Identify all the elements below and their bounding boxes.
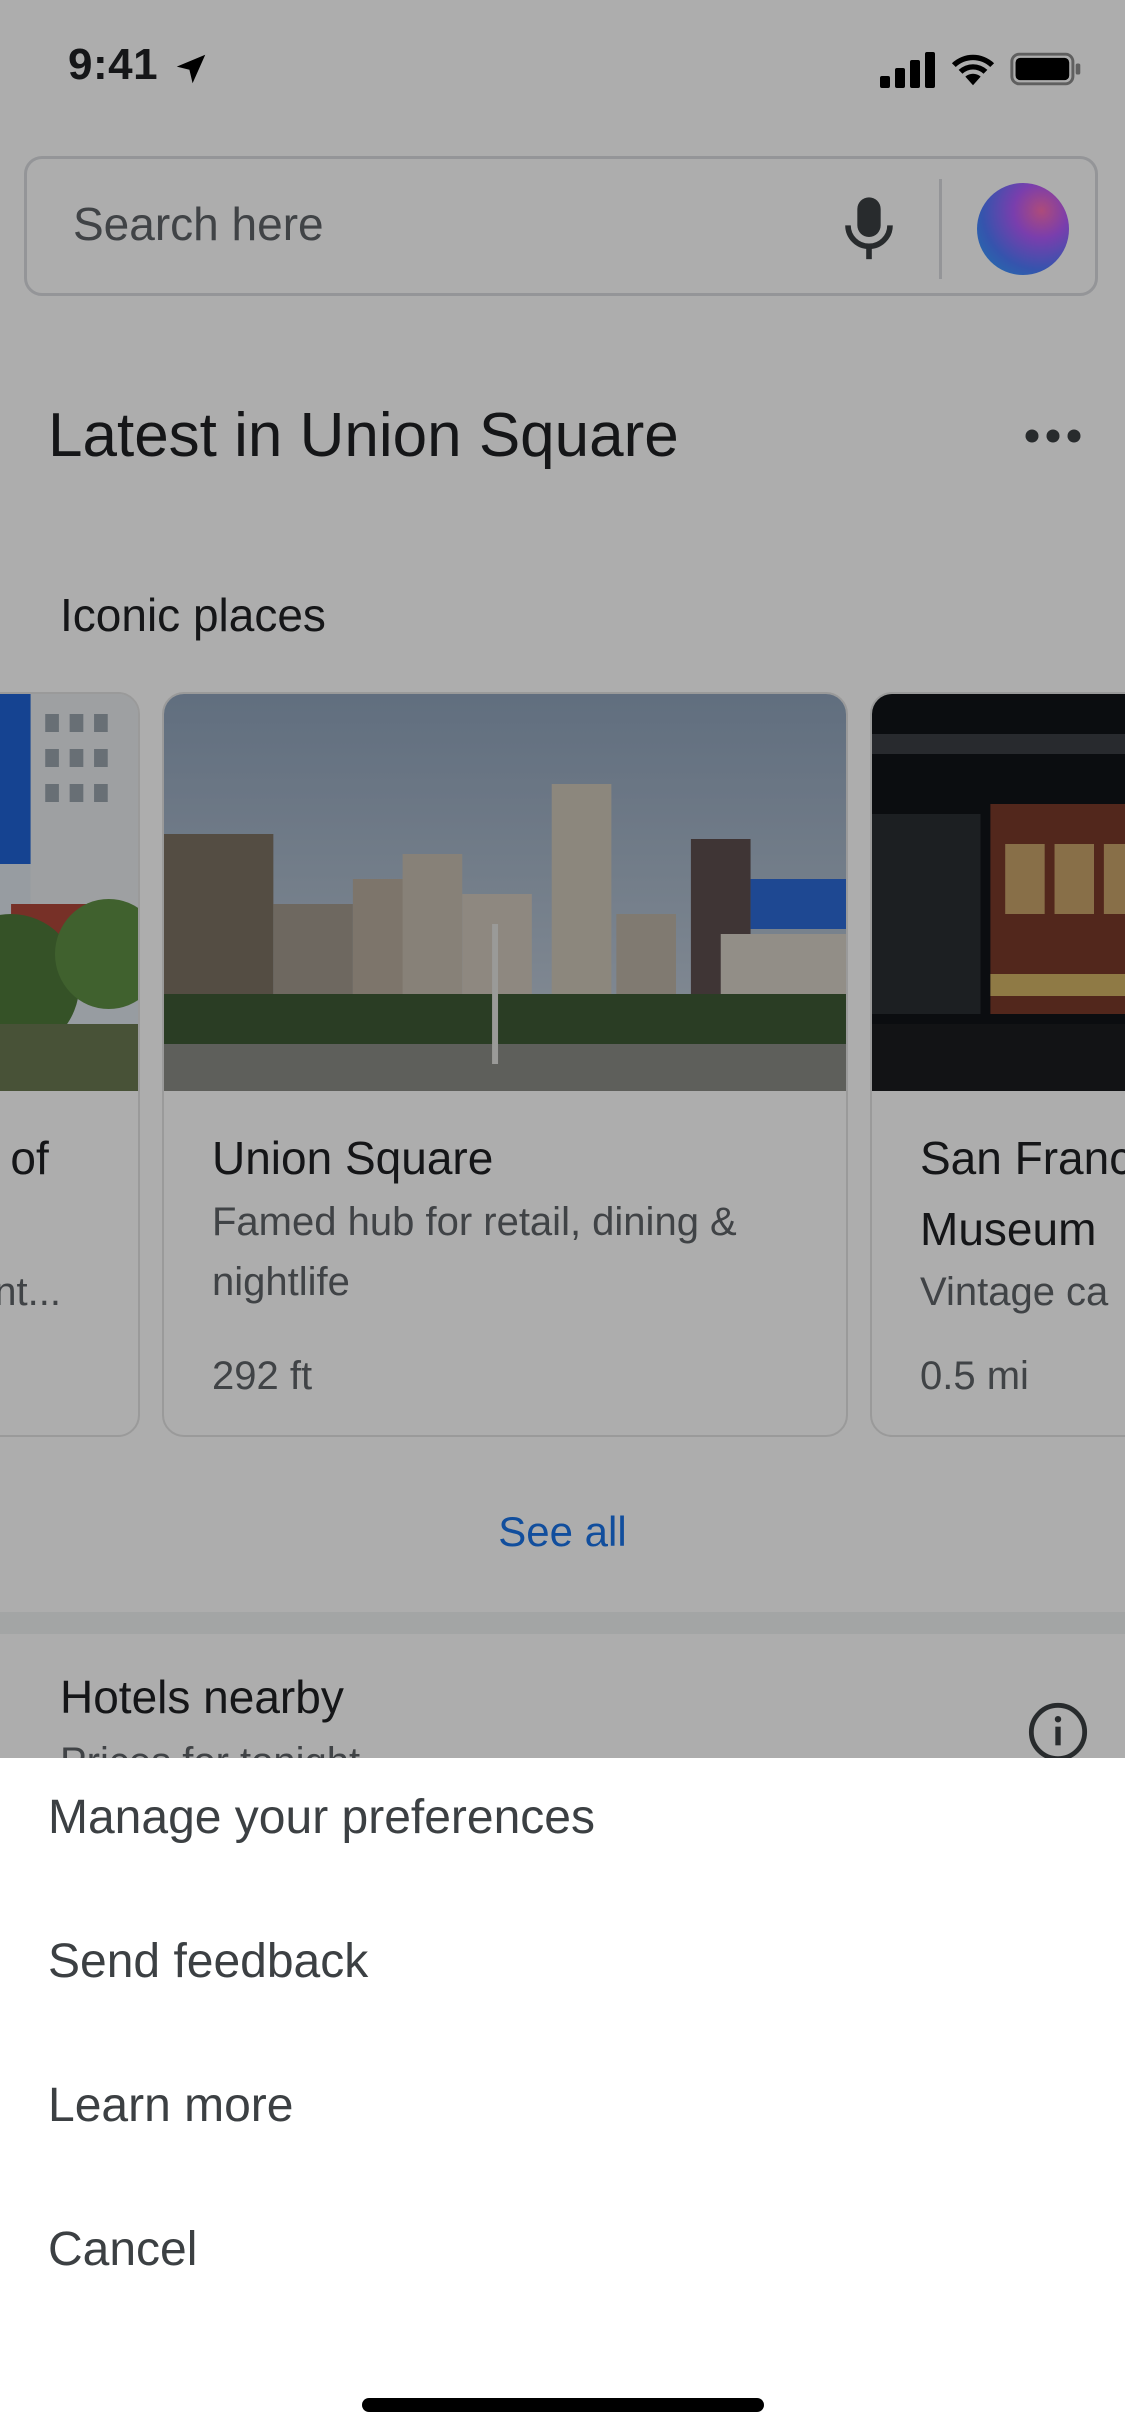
menu-item-cancel[interactable]: Cancel [0,2190,1125,2310]
menu-item-label: Manage your preferences [48,1791,595,1844]
menu-item-send-feedback[interactable]: Send feedback [0,1902,1125,2022]
menu-item-label: Cancel [48,2223,198,2276]
menu-item-label: Send feedback [48,1935,369,1988]
menu-item-manage-preferences[interactable]: Manage your preferences [0,1758,1125,1878]
options-bottom-sheet: Manage your preferences Send feedback Le… [0,1758,1125,2436]
home-indicator[interactable] [362,2398,764,2412]
menu-item-learn-more[interactable]: Learn more [0,2046,1125,2166]
menu-item-label: Learn more [48,2079,294,2132]
